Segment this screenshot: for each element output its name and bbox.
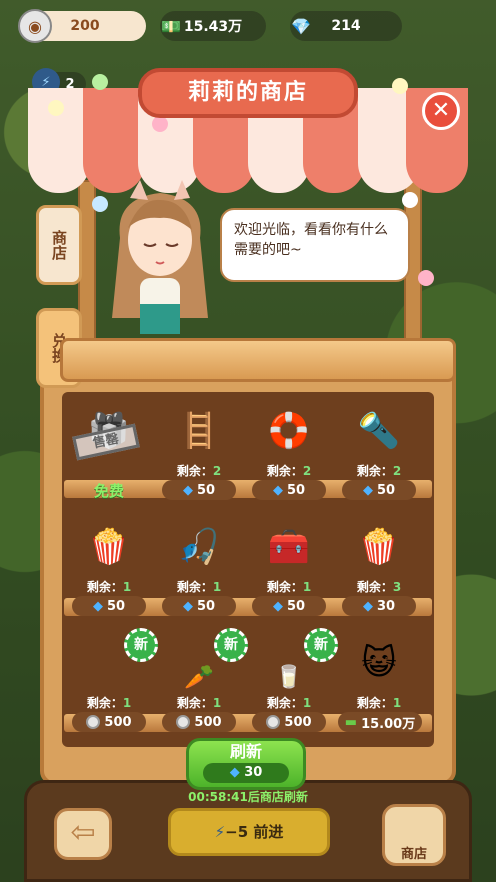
price-tag: ◆ 50 (252, 480, 326, 500)
cash-value: 15.43万 (183, 19, 243, 35)
cash-icon: 💵 (161, 16, 181, 36)
remaining-count: 剩余：3 (356, 580, 402, 594)
diamond-icon: ◆ (182, 482, 193, 498)
price-tag: ◆ 50 (72, 596, 146, 616)
price-tag: ◆ 30 (342, 596, 416, 616)
remaining-count: 剩余：1 (356, 696, 402, 710)
life-ring-icon: 🛟 (267, 411, 311, 451)
coin-icon (266, 715, 281, 729)
diamond-icon: 💎 (291, 16, 311, 36)
diamond-icon: ◆ (362, 482, 373, 498)
coin-icon (86, 715, 101, 729)
shop-item-carrot[interactable]: 🥕 新 剩余：1 500 (156, 628, 248, 752)
shop-label: 商店 (400, 847, 427, 862)
refresh-timer: 00:58:41后商店刷新 (188, 790, 308, 804)
shop-item-flashlight[interactable]: 🔦 剩余：2 ◆ 50 (336, 400, 422, 520)
refresh-cost: ◆ 30 (203, 763, 289, 783)
popcorn-bowl-icon: 🍿 (87, 527, 131, 567)
booth-counter (60, 338, 456, 382)
popcorn-bowl-icon: 🍿 (357, 527, 401, 567)
string-light (92, 74, 108, 90)
shop-item-cat-ball[interactable]: 😺 剩余：1 ▬ 15.00万 (336, 632, 422, 752)
shop-item-first-aid-kit[interactable]: 🧰 剩余：1 ◆ 50 (246, 516, 332, 636)
gem-value: 214 (331, 18, 361, 34)
shop-item-milk[interactable]: 🥛 新 剩余：1 500 (246, 628, 338, 752)
coin-value: 200 (70, 18, 100, 34)
refresh-label: 刷新 (229, 742, 262, 761)
advance-label: −5 前进 (225, 823, 284, 841)
price-tag: ◆ 50 (162, 480, 236, 500)
remaining-count: 剩余：2 (176, 464, 222, 478)
price-tag: ◆ 50 (342, 480, 416, 500)
new-badge: 新 (124, 628, 158, 662)
price-tag: 500 (252, 712, 326, 732)
string-light (392, 78, 408, 94)
price-tag: ◆ 50 (162, 596, 236, 616)
diamond-icon: ◆ (272, 482, 283, 498)
price-tag: ▬ 15.00万 (338, 712, 422, 732)
refresh-button[interactable]: 刷新 ◆ 30 (186, 738, 306, 790)
shop-item-life-ring[interactable]: 🛟 剩余：2 ◆ 50 (246, 400, 332, 520)
coin-icon: ◉ (18, 9, 52, 43)
cat-toy-icon: 🎣 (177, 527, 221, 567)
diamond-icon: ◆ (229, 765, 240, 780)
shopkeeper-lily (112, 180, 208, 334)
flashlight-icon: 🔦 (357, 411, 401, 451)
price-tag: 500 (162, 712, 236, 732)
tab-shop[interactable]: 商店 (36, 205, 82, 285)
advance-button[interactable]: ⚡−5 前进 (168, 808, 330, 856)
ladder-icon: 🪜 (177, 411, 221, 451)
shop-item-new-1[interactable]: 新 剩余：1 500 (66, 628, 158, 752)
remaining-count: 剩余：1 (86, 696, 132, 710)
shop-item-popcorn-bowl-2[interactable]: 🍿 剩余：3 ◆ 30 (336, 516, 422, 636)
diamond-icon: ◆ (362, 598, 373, 614)
diamond-icon: ◆ (92, 598, 103, 614)
remaining-count: 剩余：1 (86, 580, 132, 594)
remaining-count: 剩余：2 (356, 464, 402, 478)
back-button[interactable]: ⇦ (54, 808, 112, 860)
remaining-count: 剩余：1 (266, 580, 312, 594)
string-light (48, 100, 64, 116)
string-light (152, 116, 168, 132)
remaining-count: 剩余：1 (266, 696, 312, 710)
coin-icon (176, 715, 191, 729)
price-tag: ◆ 50 (252, 596, 326, 616)
close-button[interactable]: ✕ (422, 92, 460, 130)
shop-item-cat-toy[interactable]: 🎣 剩余：1 ◆ 50 (156, 516, 242, 636)
cash-counter: 💵 15.43万 (160, 11, 266, 41)
diamond-icon: ◆ (182, 598, 193, 614)
shop-item-gift-box[interactable]: 🎁 售罄 免费 (66, 400, 152, 520)
price-tag: 500 (72, 712, 146, 732)
greeting-bubble: 欢迎光临，看看你有什么需要的吧~ (220, 208, 410, 282)
shop-title: 莉莉的商店 (138, 68, 358, 118)
remaining-count: 剩余：1 (176, 696, 222, 710)
remaining-count: 剩余：2 (266, 464, 312, 478)
new-badge: 新 (214, 628, 248, 662)
free-label: 免费 (93, 482, 124, 500)
cat-ball-icon: 😺 (361, 643, 397, 683)
string-light (402, 192, 418, 208)
cash-icon: ▬ (344, 714, 358, 730)
first-aid-icon: 🧰 (267, 527, 311, 567)
diamond-icon: ◆ (272, 598, 283, 614)
shop-button[interactable]: 商店 (382, 804, 446, 866)
shop-item-popcorn-bowl[interactable]: 🍿 剩余：1 ◆ 50 (66, 516, 152, 636)
coin-counter: ◉ 200 (18, 9, 146, 43)
string-light (418, 270, 434, 286)
remaining-count: 剩余：1 (176, 580, 222, 594)
new-badge: 新 (304, 628, 338, 662)
gem-counter: 💎 214 (290, 11, 402, 41)
lightning-icon: ⚡ (214, 823, 226, 841)
shop-item-ladder[interactable]: 🪜 剩余：2 ◆ 50 (156, 400, 242, 520)
